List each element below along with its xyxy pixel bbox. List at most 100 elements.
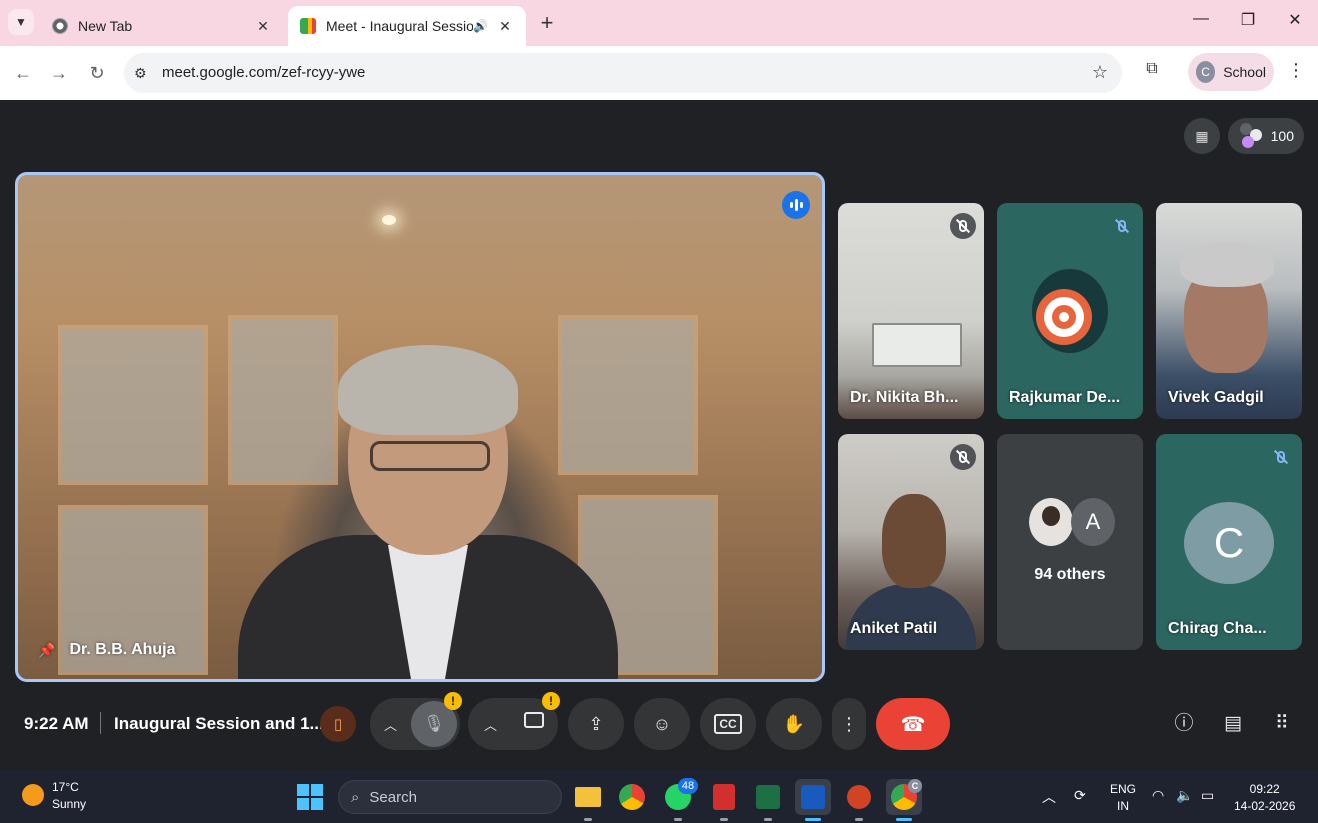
tab-meet[interactable]: Meet - Inaugural Session an 🔊 ✕ [288, 6, 526, 46]
back-icon[interactable]: ← [10, 60, 36, 86]
search-placeholder: Search [369, 788, 417, 806]
ceiling-light [382, 215, 396, 225]
reactions-button[interactable]: ☺ [634, 698, 690, 750]
present-screen-button[interactable]: ⇪ [568, 698, 624, 750]
chrome-icon [52, 18, 68, 34]
profile-badge: C [908, 779, 922, 793]
participant-tile[interactable]: Dr. Nikita Bh... [838, 203, 984, 419]
sun-icon[interactable] [22, 784, 44, 806]
site-info-icon[interactable]: ⚙ [134, 65, 147, 82]
battery-icon[interactable]: ▭ [1201, 787, 1214, 804]
background-blur-off-icon[interactable]: ▦ [1184, 118, 1220, 154]
extensions-icon[interactable]: ⧉ [1140, 60, 1164, 84]
acrobat-icon[interactable] [706, 779, 742, 821]
people-button[interactable]: 100 [1228, 118, 1304, 154]
wall-panel [558, 315, 698, 475]
lang-region: IN [1117, 799, 1129, 813]
participant-tile[interactable]: Vivek Gadgil [1156, 203, 1302, 419]
chrome-icon[interactable] [614, 779, 650, 815]
warning-badge: ! [444, 692, 462, 710]
tab-strip: ▼ New Tab ✕ Meet - Inaugural Session an … [0, 0, 1318, 46]
windows-start-icon[interactable] [297, 784, 323, 810]
new-tab-button[interactable]: + [536, 10, 558, 36]
volume-muted-icon[interactable]: 🔈 [1176, 787, 1193, 804]
file-explorer-icon[interactable] [570, 779, 606, 821]
close-tab-icon[interactable]: ✕ [496, 18, 514, 35]
reload-icon[interactable]: ↻ [84, 60, 110, 86]
captions-button[interactable]: CC [700, 698, 756, 750]
url-text[interactable]: meet.google.com/zef-rcyy-ywe [162, 64, 365, 81]
room-screen [872, 323, 962, 367]
bookmark-star-icon[interactable]: ☆ [1092, 62, 1108, 83]
participant-tile[interactable]: Aniket Patil [838, 434, 984, 650]
weather-widget[interactable]: 17°C Sunny [52, 779, 86, 813]
wifi-icon[interactable]: ◠ [1152, 787, 1164, 804]
camera-button[interactable] [524, 712, 544, 733]
close-window-icon[interactable]: ✕ [1280, 10, 1310, 30]
leave-call-button[interactable]: ☎ [876, 698, 950, 750]
muted-mic-icon [1268, 444, 1294, 470]
browser-menu-icon[interactable]: ⋮ [1286, 60, 1306, 81]
taskbar-search[interactable]: ⌕ Search [338, 780, 562, 814]
more-options-button[interactable]: ⋮ [832, 698, 866, 750]
host-controls-icon[interactable]: ▯ [320, 706, 356, 742]
others-tile[interactable]: A 94 others [997, 434, 1143, 650]
speaker-name: Dr. B.B. Ahuja [69, 641, 176, 658]
warning-badge: ! [542, 692, 560, 710]
video-camera-icon [524, 712, 544, 728]
close-tab-icon[interactable]: ✕ [254, 18, 272, 35]
chevron-up-icon[interactable]: ︿ [1042, 787, 1056, 807]
powerpoint-icon[interactable] [841, 779, 877, 821]
participant-video-body [846, 584, 976, 650]
tab-label: Meet - Inaugural Session an [326, 18, 474, 34]
google-meet-icon [300, 18, 316, 34]
participant-tile[interactable]: C Chirag Cha... [1156, 434, 1302, 650]
weather-temp: 17°C [52, 780, 79, 794]
pin-icon[interactable]: 📌 [38, 642, 55, 659]
muted-mic-icon [950, 213, 976, 239]
audio-playing-icon[interactable]: 🔊 [473, 19, 488, 33]
lang-code: ENG [1110, 782, 1137, 796]
input-language[interactable]: ENG IN [1110, 781, 1136, 815]
present-icon: ⇪ [588, 713, 604, 734]
chevron-up-icon[interactable]: ︿ [384, 715, 397, 734]
address-bar[interactable]: ⚙ meet.google.com/zef-rcyy-ywe ☆ [124, 53, 1122, 93]
avatar: A [1071, 498, 1115, 546]
profile-button[interactable]: C School [1188, 53, 1274, 91]
chat-icon[interactable]: ▤ [1217, 708, 1249, 740]
excel-icon[interactable] [750, 779, 786, 821]
others-avatars: A [1029, 496, 1119, 546]
participant-video-face [882, 494, 946, 588]
meeting-details-icon[interactable]: ⓘ [1168, 708, 1200, 740]
main-speaker-tile[interactable]: 📌 Dr. B.B. Ahuja [15, 172, 825, 682]
chevron-up-icon[interactable]: ︿ [484, 715, 497, 734]
forward-icon[interactable]: → [46, 60, 72, 86]
activities-icon[interactable]: ⠿ [1266, 708, 1298, 740]
sync-icon[interactable]: ⟳ [1074, 787, 1086, 804]
chevron-down-icon: ▼ [15, 15, 27, 29]
clock-time: 09:22 [1249, 782, 1280, 796]
microphone-icon: 🎙 [423, 714, 445, 733]
minimize-icon[interactable]: — [1186, 10, 1216, 28]
avatar: C [1196, 61, 1216, 83]
tab-search-button[interactable]: ▼ [8, 9, 34, 35]
meeting-clock: 9:22 AM [24, 714, 89, 733]
meeting-title[interactable]: Inaugural Session and 1... [114, 714, 324, 734]
speaking-indicator-icon [782, 191, 810, 219]
raise-hand-button[interactable]: ✋ [766, 698, 822, 750]
tab-new-tab[interactable]: New Tab ✕ [40, 6, 284, 46]
participant-name: Chirag Cha... [1168, 620, 1267, 637]
participant-name: Aniket Patil [850, 620, 938, 637]
others-count-label: 94 others [1034, 566, 1106, 583]
system-clock[interactable]: 09:22 14-02-2026 [1234, 781, 1295, 815]
participant-name: Dr. Nikita Bh... [850, 389, 959, 406]
meet-stage: ▦ 100 📌 Dr. B.B. Ahuja Dr. Nikita Bh... … [0, 100, 1318, 770]
chrome-profile-icon[interactable]: C [886, 779, 922, 821]
profile-label: School [1223, 64, 1266, 80]
participant-tile[interactable]: Rajkumar De... [997, 203, 1143, 419]
restore-icon[interactable]: ❐ [1233, 10, 1263, 30]
main-speaker-name-label: 📌 Dr. B.B. Ahuja [38, 641, 176, 659]
word-icon[interactable] [795, 779, 831, 821]
participant-name: Rajkumar De... [1009, 389, 1121, 406]
hand-icon: ✋ [782, 713, 806, 734]
